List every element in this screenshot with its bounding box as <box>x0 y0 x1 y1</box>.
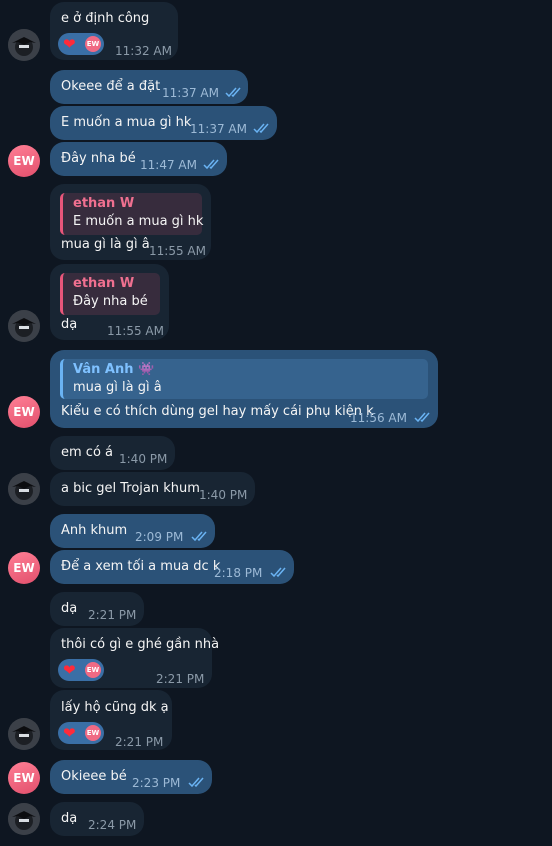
profile-photo-icon <box>8 29 40 61</box>
message-bubble[interactable]: Anh khum 2:09 PM <box>50 514 215 548</box>
read-check-icon <box>203 158 223 170</box>
contact-avatar[interactable] <box>8 310 40 342</box>
heart-icon: ❤ <box>63 660 76 679</box>
message-text: Để a xem tối a mua dc k <box>61 559 221 574</box>
message-bubble[interactable]: ethan W E muốn a mua gì hk mua gì là gì … <box>50 184 211 260</box>
message-bubble[interactable]: Okeee để a đặt 11:37 AM <box>50 70 248 104</box>
message-time: 11:56 AM <box>350 411 407 425</box>
quote-sender: Vân Anh 👾 <box>73 362 155 377</box>
read-check-icon <box>414 411 434 423</box>
message-bubble[interactable]: Đây nha bé 11:47 AM <box>50 142 227 176</box>
message-bubble[interactable]: e ở định công ❤ EW 11:32 AM <box>50 2 178 60</box>
sender-avatar[interactable]: EW <box>8 396 40 428</box>
message-time: 2:18 PM <box>214 566 263 580</box>
contact-avatar[interactable] <box>8 29 40 61</box>
message-bubble[interactable]: dạ 2:24 PM <box>50 802 144 836</box>
reactor-avatar: EW <box>85 36 101 52</box>
quote-sender: ethan W <box>73 276 135 291</box>
message-time: 11:37 AM <box>162 86 219 100</box>
message-text: e ở định công <box>61 11 150 26</box>
message-bubble[interactable]: lấy hộ cũng dk ạ ❤ EW 2:21 PM <box>50 690 172 750</box>
reactor-avatar: EW <box>85 725 101 741</box>
reply-quote[interactable]: ethan W E muốn a mua gì hk <box>60 193 204 235</box>
message-time: 11:55 AM <box>149 244 206 258</box>
message-time: 2:09 PM <box>135 530 184 544</box>
sender-avatar[interactable]: EW <box>8 762 40 794</box>
message-bubble[interactable]: ethan W Đây nha bé dạ 11:55 AM <box>50 264 169 340</box>
quote-text: E muốn a mua gì hk <box>73 214 204 229</box>
contact-avatar[interactable] <box>8 473 40 505</box>
message-text: thôi có gì e ghé gần nhà <box>61 637 220 652</box>
message-text: a bic gel Trojan khum <box>61 481 200 496</box>
message-text: dạ <box>61 601 78 616</box>
message-time: 11:32 AM <box>115 44 172 58</box>
message-text: Okieee bé <box>61 769 127 784</box>
message-bubble[interactable]: a bic gel Trojan khum 1:40 PM <box>50 472 255 506</box>
message-text: Okeee để a đặt <box>61 79 161 94</box>
contact-avatar[interactable] <box>8 803 40 835</box>
read-check-icon <box>225 86 245 98</box>
message-text: Kiểu e có thích dùng gel hay mấy cái phụ… <box>61 404 374 419</box>
message-text: Đây nha bé <box>61 151 136 166</box>
message-time: 2:24 PM <box>88 818 137 832</box>
message-time: 1:40 PM <box>199 488 248 502</box>
profile-photo-icon <box>8 310 40 342</box>
reaction-badge[interactable]: ❤ EW <box>58 659 104 681</box>
message-time: 11:47 AM <box>140 158 197 172</box>
quote-text: mua gì là gì â <box>73 380 162 395</box>
quote-sender: ethan W <box>73 196 135 211</box>
message-time: 2:21 PM <box>156 672 205 686</box>
read-check-icon <box>253 122 273 134</box>
message-text: E muốn a mua gì hk <box>61 115 192 130</box>
profile-photo-icon <box>8 718 40 750</box>
reaction-badge[interactable]: ❤ EW <box>58 722 104 744</box>
message-time: 2:21 PM <box>115 735 164 749</box>
message-text: Anh khum <box>61 523 128 538</box>
profile-photo-icon <box>8 803 40 835</box>
message-time: 2:23 PM <box>132 776 181 790</box>
read-check-icon <box>191 530 211 542</box>
read-check-icon <box>270 566 290 578</box>
message-text: em có á <box>61 445 113 460</box>
heart-icon: ❤ <box>63 723 76 742</box>
message-text: dạ <box>61 811 78 826</box>
reactor-avatar: EW <box>85 662 101 678</box>
message-bubble[interactable]: dạ 2:21 PM <box>50 592 144 626</box>
message-time: 1:40 PM <box>119 452 168 466</box>
message-bubble[interactable]: Để a xem tối a mua dc k 2:18 PM <box>50 550 294 584</box>
heart-icon: ❤ <box>63 34 76 53</box>
message-time: 11:37 AM <box>190 122 247 136</box>
sender-avatar[interactable]: EW <box>8 145 40 177</box>
reply-quote[interactable]: Vân Anh 👾 mua gì là gì â <box>60 359 428 399</box>
message-time: 2:21 PM <box>88 608 137 622</box>
message-bubble[interactable]: Okieee bé 2:23 PM <box>50 760 212 794</box>
reply-quote[interactable]: ethan W Đây nha bé <box>60 273 160 315</box>
message-time: 11:55 AM <box>107 324 164 338</box>
contact-avatar[interactable] <box>8 718 40 750</box>
message-bubble[interactable]: em có á 1:40 PM <box>50 436 175 470</box>
quote-text: Đây nha bé <box>73 294 148 309</box>
read-check-icon <box>188 776 208 788</box>
message-bubble[interactable]: E muốn a mua gì hk 11:37 AM <box>50 106 277 140</box>
message-text: mua gì là gì â <box>61 237 150 252</box>
profile-photo-icon <box>8 473 40 505</box>
message-bubble[interactable]: thôi có gì e ghé gần nhà ❤ EW 2:21 PM <box>50 628 219 688</box>
message-text: lấy hộ cũng dk ạ <box>61 700 169 715</box>
message-bubble[interactable]: Vân Anh 👾 mua gì là gì â Kiểu e có thích… <box>50 350 438 428</box>
sender-avatar[interactable]: EW <box>8 552 40 584</box>
message-text: dạ <box>61 317 78 332</box>
reaction-badge[interactable]: ❤ EW <box>58 33 104 55</box>
